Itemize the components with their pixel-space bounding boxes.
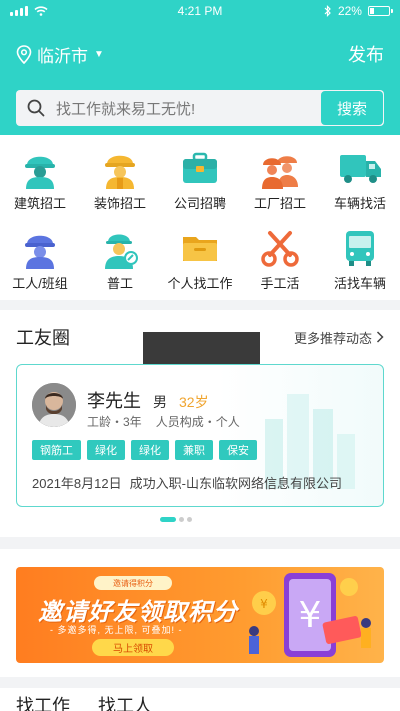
worker-circle-section: 工友圈 更多推荐动态 李先生 男 32岁 工龄・3年 人员构成・个人 钢筋工 绿… [0,310,400,537]
skill-tag: 兼职 [175,440,213,460]
tab-find-worker[interactable]: 找工人 [98,697,152,711]
worker-experience: 工龄・3年 [87,415,142,429]
bluetooth-icon [324,5,331,17]
carousel-dot-active[interactable] [160,517,176,522]
worker-gender: 男 [153,394,167,410]
avatar [32,383,76,427]
worker-name: 李先生 [87,391,141,411]
construction-worker-icon [16,143,64,191]
more-link-label: 更多推荐动态 [293,330,372,346]
general-worker-icon [96,223,144,271]
battery-icon [367,6,393,16]
category-label: 活找车辆 [333,276,386,291]
skill-tag: 绿化 [131,440,169,460]
category-label: 车辆找活 [333,196,386,211]
city-name: 临沂市 [37,46,88,66]
search-button[interactable]: 搜索 [321,91,383,125]
category-label: 普工 [106,276,133,291]
location-pin-icon [16,44,32,64]
factory-workers-icon [256,143,304,191]
battery-percent: 22% [337,4,362,18]
event-description: 成功入职-山东临软网络信息有限公司 [129,476,342,491]
battery-fill [369,8,374,14]
job-worker-tabs: 找工作 找工人 [0,688,400,711]
skill-tag: 保安 [219,440,257,460]
category-general-worker[interactable]: 普工 [80,223,160,303]
decorator-worker-icon [96,143,144,191]
banner-subtitle: - 多邀多得, 无上限, 可叠加! - [50,625,183,635]
category-grid: 建筑招工 装饰招工 公司招聘 工厂招工 车辆找活 工人/班组 普工 个人找工作 … [0,135,400,300]
claim-now-button[interactable]: 马上领取 [92,639,174,656]
truck-icon [336,143,384,191]
invite-banner[interactable]: ¥ ¥ 邀请得积分 邀请好友领取积分 - 多邀多得, 无上限, 可叠加! - 马… [16,567,384,663]
folder-icon [176,223,224,271]
bus-icon [336,223,384,271]
signal-icon [10,6,28,16]
worker-card[interactable]: 李先生 男 32岁 工龄・3年 人员构成・个人 钢筋工 绿化 绿化 兼职 保安 … [16,364,384,507]
carousel-dot[interactable] [179,517,184,522]
scissors-icon [256,223,304,271]
category-company-hiring[interactable]: 公司招聘 [160,143,240,223]
category-decoration-recruit[interactable]: 装饰招工 [80,143,160,223]
more-recommendations-link[interactable]: 更多推荐动态 [294,328,384,347]
carousel-indicator [160,517,192,522]
header: 4:21 PM 22% 临沂市 ▼ 发布 找工作就来易工无忧! 搜索 [0,0,400,135]
worker-age: 32岁 [179,394,209,410]
section-title: 工友圈 [16,328,70,348]
banner-pill: 邀请得积分 [94,576,172,590]
svg-text:¥: ¥ [299,595,322,636]
caret-down-icon: ▼ [94,48,104,60]
status-bar: 4:21 PM 22% [0,0,400,22]
category-label: 公司招聘 [173,196,226,211]
banner-section: ¥ ¥ 邀请得积分 邀请好友领取积分 - 多邀多得, 无上限, 可叠加! - 马… [0,549,400,677]
wifi-icon [34,6,48,16]
chevron-right-icon [376,331,384,343]
top-nav: 临沂市 ▼ 发布 [0,36,400,72]
category-personal-job[interactable]: 个人找工作 [160,223,240,303]
search-input[interactable]: 找工作就来易工无忧! [56,98,321,119]
category-label: 工厂招工 [253,196,306,211]
category-handwork[interactable]: 手工活 [240,223,320,303]
carousel-dot[interactable] [187,517,192,522]
skill-tag: 绿化 [87,440,125,460]
category-worker-team[interactable]: 工人/班组 [0,223,80,303]
search-icon [16,99,56,117]
event-date: 2021年8月12日 [32,476,122,491]
skill-tags: 钢筋工 绿化 绿化 兼职 保安 [32,440,257,460]
skill-tag: 钢筋工 [32,440,81,460]
briefcase-icon [176,143,224,191]
category-factory-recruit[interactable]: 工厂招工 [240,143,320,223]
tab-find-job[interactable]: 找工作 [16,697,70,711]
banner-title: 邀请好友领取积分 [38,599,238,626]
category-work-find-vehicle[interactable]: 活找车辆 [320,223,400,303]
category-label: 工人/班组 [12,276,68,291]
category-label: 建筑招工 [13,196,66,211]
publish-button[interactable]: 发布 [348,41,384,67]
team-worker-icon [16,223,64,271]
city-selector[interactable]: 临沂市 ▼ [16,42,104,67]
svg-text:¥: ¥ [260,597,268,611]
category-construction-recruit[interactable]: 建筑招工 [0,143,80,223]
category-label: 个人找工作 [167,276,233,291]
category-label: 装饰招工 [93,196,146,211]
search-bar: 找工作就来易工无忧! 搜索 [16,90,384,126]
worker-composition: 人员构成・个人 [155,415,240,429]
category-label: 手工活 [260,276,300,291]
gift-money-illustration-icon: ¥ ¥ [249,573,371,657]
category-vehicle-find-work[interactable]: 车辆找活 [320,143,400,223]
status-time: 4:21 PM [177,4,223,18]
